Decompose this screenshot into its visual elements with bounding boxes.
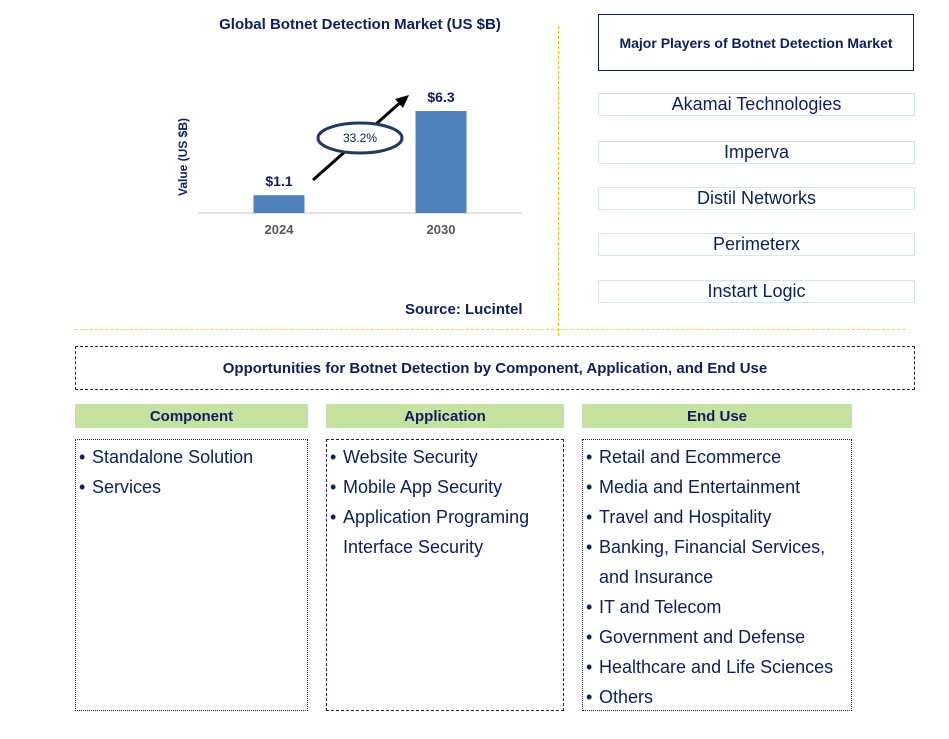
list-item-text-continued: Interface Security xyxy=(343,537,484,557)
data-label: $1.1 xyxy=(265,173,292,189)
bullet-icon: • xyxy=(586,627,593,647)
list-item-text: Application Programing xyxy=(343,507,530,527)
list-item: • IT and Telecom xyxy=(586,592,851,622)
cagr-label: 33.2% xyxy=(343,131,377,145)
list-item: • Application Programing Interface Securit… xyxy=(330,502,563,562)
bar-2024 xyxy=(253,195,305,213)
list-item-text: IT and Telecom xyxy=(599,597,722,617)
list-item-text: Website Security xyxy=(343,447,478,467)
list-item: • Media and Entertainment xyxy=(586,472,851,502)
player-item: Instart Logic xyxy=(598,280,915,303)
list-item-text-continued: and Insurance xyxy=(599,567,714,587)
bar-chart: $1.1 2024 $6.3 2030 33.2% xyxy=(198,89,522,237)
list-item-text: Travel and Hospitality xyxy=(599,507,772,527)
list-item-text: Healthcare and Life Sciences xyxy=(599,657,834,677)
component-list-box: • Standalone Solution • Services xyxy=(75,439,308,711)
list-item: • Others xyxy=(586,682,851,712)
bullet-icon: • xyxy=(586,477,593,497)
bullet-icon: • xyxy=(586,507,593,527)
opportunities-title: Opportunities for Botnet Detection by Co… xyxy=(75,346,915,390)
list-item-text: Others xyxy=(599,687,654,707)
list-item: • Travel and Hospitality xyxy=(586,502,851,532)
bullet-icon: • xyxy=(586,537,593,557)
player-item: Perimeterx xyxy=(598,233,915,256)
list-item: • Government and Defense xyxy=(586,622,851,652)
horizontal-divider xyxy=(75,329,905,330)
x-tick-label: 2030 xyxy=(427,222,456,237)
x-tick-label: 2024 xyxy=(265,222,295,237)
source-label: Source: Lucintel xyxy=(405,301,523,318)
list-item: • Healthcare and Life Sciences xyxy=(586,652,851,682)
list-item: • Standalone Solution xyxy=(79,442,307,472)
bullet-icon: • xyxy=(586,597,593,617)
bullet-icon: • xyxy=(330,477,337,497)
bullet-icon: • xyxy=(586,687,593,707)
player-item: Imperva xyxy=(598,141,915,164)
list-item: • Services xyxy=(79,472,307,502)
vertical-divider xyxy=(558,26,559,336)
list-item-text: Services xyxy=(92,477,162,497)
application-list-box: • Website Security • Mobile App Security • Ap… xyxy=(326,439,564,711)
player-item: Akamai Technologies xyxy=(598,93,915,116)
bullet-icon: • xyxy=(330,447,337,467)
bullet-icon: • xyxy=(79,477,86,497)
bullet-icon: • xyxy=(586,447,593,467)
list-item-text: Government and Defense xyxy=(599,627,806,647)
application-header: Application xyxy=(326,404,564,428)
list-item-text: Media and Entertainment xyxy=(599,477,801,497)
end-use-header: End Use xyxy=(582,404,852,428)
component-list: • Standalone Solution • Services xyxy=(76,440,307,502)
bullet-icon: • xyxy=(330,507,337,527)
component-header: Component xyxy=(75,404,308,428)
application-list: • Website Security • Mobile App Security • Ap… xyxy=(327,440,563,562)
list-item: • Retail and Ecommerce xyxy=(586,442,851,472)
bullet-icon: • xyxy=(79,447,86,467)
list-item: • Website Security xyxy=(330,442,563,472)
list-item: • Banking, Financial Services, and Insuran… xyxy=(586,532,851,592)
bullet-icon: • xyxy=(586,657,593,677)
end-use-list-box: • Retail and Ecommerce • Media and Entertai… xyxy=(582,439,852,711)
bar-2030 xyxy=(415,111,467,213)
data-label: $6.3 xyxy=(427,89,454,105)
list-item-text: Standalone Solution xyxy=(92,447,254,467)
list-item-text: Mobile App Security xyxy=(343,477,503,497)
player-item: Distil Networks xyxy=(598,187,915,210)
end-use-list: • Retail and Ecommerce • Media and Entertai… xyxy=(583,440,851,712)
list-item-text: Banking, Financial Services, xyxy=(599,537,826,557)
list-item: • Mobile App Security xyxy=(330,472,563,502)
list-item-text: Retail and Ecommerce xyxy=(599,447,782,467)
players-title: Major Players of Botnet Detection Market xyxy=(598,14,914,71)
